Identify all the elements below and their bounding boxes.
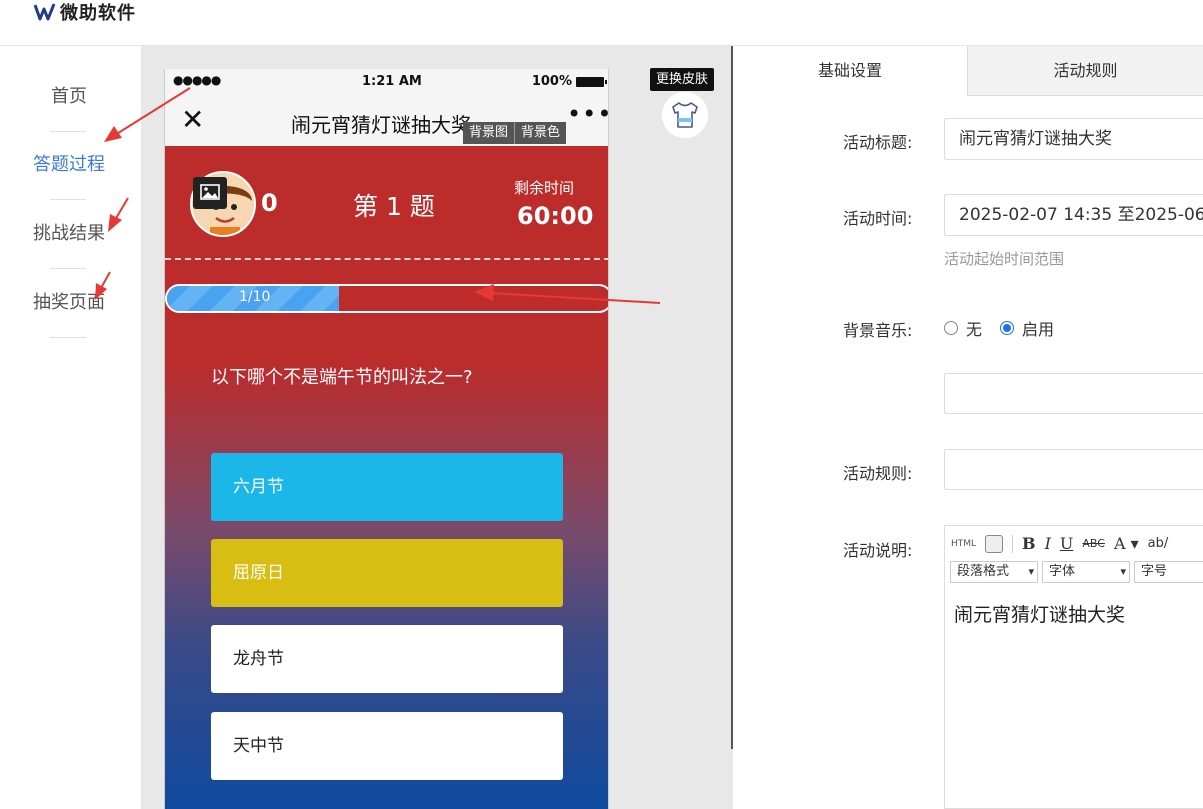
toolbar-separator — [1012, 534, 1014, 553]
activity-rules-input[interactable] — [944, 449, 1203, 490]
w-logo-icon — [34, 3, 56, 21]
strikethrough-button[interactable]: ABC — [1082, 537, 1105, 550]
font-size-select[interactable]: 字号 — [1134, 561, 1203, 583]
background-music-label: 背景音乐: — [843, 321, 913, 340]
battery-icon — [576, 76, 607, 87]
background-image-button[interactable]: 背景图 — [463, 122, 514, 144]
font-color-button[interactable]: A ▾ — [1114, 534, 1139, 553]
progress-bar: 1/10 — [165, 284, 608, 313]
phone-page-title: 闹元宵猜灯谜抽大奖 — [291, 113, 471, 137]
top-bar: 微助软件 — [0, 0, 1203, 46]
activity-time-hint: 活动起始时间范围 — [944, 250, 1065, 268]
brand-name: 微助软件 — [60, 3, 136, 24]
score-value: 0 — [261, 189, 278, 217]
activity-rules-label: 活动规则: — [843, 464, 913, 483]
close-icon[interactable]: ✕ — [181, 104, 204, 136]
activity-title-label: 活动标题: — [843, 133, 913, 152]
tab-activity-rules[interactable]: 活动规则 — [968, 46, 1203, 96]
status-bar: ●●●●● 1:21 AM 100% — [165, 69, 608, 96]
music-on-radio[interactable] — [1000, 321, 1015, 335]
answer-option[interactable]: 龙舟节 — [211, 625, 563, 693]
editor-content[interactable]: 闹元宵猜灯谜抽大奖 — [954, 600, 1125, 627]
nav-divider — [50, 199, 86, 200]
nav-divider — [50, 131, 86, 132]
activity-description-label: 活动说明: — [843, 541, 913, 560]
editor-toolbar: HTML B I U ABC A ▾ ab/ — [951, 534, 1168, 553]
html-source-button[interactable]: HTML — [951, 539, 976, 549]
phone-preview: ●●●●● 1:21 AM 100% ✕ 闹元宵猜灯谜抽大奖 ••• 背景图 背… — [164, 69, 609, 809]
progress-text: 1/10 — [239, 289, 271, 305]
nav-item-lottery-page[interactable]: 抽奖页面 — [20, 283, 118, 323]
rich-text-editor: HTML B I U ABC A ▾ ab/ 段落格式 字体 字号 闹元宵猜灯谜… — [944, 525, 1203, 809]
shirt-icon — [672, 102, 698, 128]
music-on-label[interactable]: 启用 — [1022, 316, 1054, 340]
italic-button[interactable]: I — [1045, 534, 1051, 553]
change-skin-label[interactable]: 更换皮肤 — [650, 68, 715, 91]
settings-panel: 基础设置 活动规则 活动标题: 闹元宵猜灯谜抽大奖 活动时间: 2025-02-… — [733, 46, 1203, 809]
preview-icon[interactable] — [985, 534, 1004, 553]
nav-item-answer-process[interactable]: 答题过程 — [20, 145, 118, 185]
highlight-button[interactable]: ab/ — [1148, 536, 1169, 551]
battery-percent: 100% — [531, 74, 572, 89]
score-area: 0 第 1 题 剩余时间 60:00 — [165, 147, 608, 260]
answer-option[interactable]: 屈原日 — [211, 539, 563, 607]
tab-basic-settings[interactable]: 基础设置 — [733, 46, 968, 96]
nav-item-challenge-result[interactable]: 挑战结果 — [20, 214, 118, 254]
activity-time-label: 活动时间: — [843, 209, 913, 228]
more-icon[interactable]: ••• — [567, 100, 608, 128]
signal-icon: ●●●●● — [173, 73, 221, 87]
question-text: 以下哪个不是端午节的叫法之一? — [211, 367, 473, 388]
background-color-button[interactable]: 背景色 — [514, 122, 566, 144]
paragraph-format-select[interactable]: 段落格式 — [950, 561, 1038, 583]
nav-divider — [50, 268, 86, 269]
background-music-radios: 无 启用 — [944, 316, 1072, 340]
font-family-select[interactable]: 字体 — [1042, 561, 1130, 583]
nav-item-home[interactable]: 首页 — [20, 77, 118, 117]
music-none-radio[interactable] — [944, 321, 958, 335]
time-remaining-value: 60:00 — [517, 202, 594, 230]
underline-button[interactable]: U — [1060, 534, 1073, 553]
music-none-label[interactable]: 无 — [966, 316, 982, 340]
nav-divider — [50, 337, 86, 338]
change-skin-button[interactable] — [662, 92, 708, 138]
activity-time-input[interactable]: 2025-02-07 14:35 至2025-06-3 — [944, 194, 1203, 236]
editor-format-bar: 段落格式 字体 字号 — [950, 561, 1203, 583]
time-remaining-label: 剩余时间 — [514, 179, 575, 197]
battery-status: 100% — [531, 74, 607, 89]
image-upload-icon[interactable] — [193, 177, 227, 209]
answer-option[interactable]: 天中节 — [211, 712, 563, 780]
brand-logo[interactable]: 微助软件 — [34, 0, 136, 24]
bold-button[interactable]: B — [1022, 534, 1036, 553]
music-extra-input[interactable] — [944, 373, 1203, 414]
answer-option[interactable]: 六月节 — [211, 453, 563, 521]
background-buttons: 背景图 背景色 — [463, 122, 567, 144]
question-number: 第 1 题 — [353, 192, 435, 221]
activity-title-input[interactable]: 闹元宵猜灯谜抽大奖 — [944, 118, 1203, 160]
left-nav: 首页 答题过程 挑战结果 抽奖页面 — [0, 46, 141, 809]
status-time: 1:21 AM — [362, 74, 422, 89]
